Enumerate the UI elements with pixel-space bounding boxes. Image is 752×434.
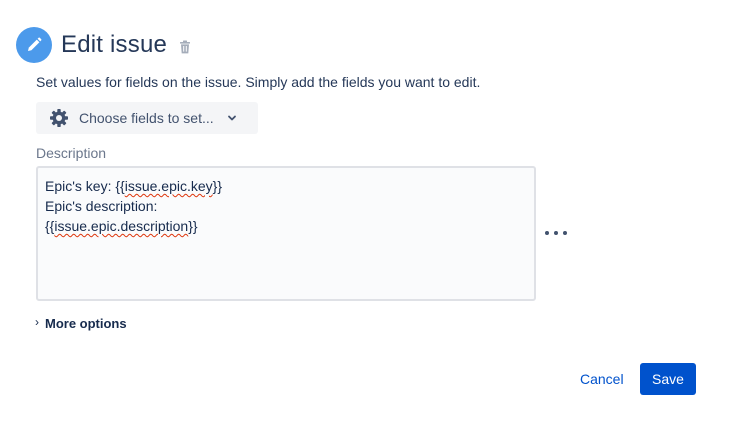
- header: Edit issue: [16, 27, 191, 63]
- choose-fields-dropdown[interactable]: Choose fields to set...: [36, 102, 258, 134]
- edit-issue-panel: Edit issue Set values for fields on the …: [0, 0, 752, 434]
- page-subtitle: Set values for fields on the issue. Simp…: [36, 74, 481, 90]
- trash-icon[interactable]: [179, 40, 191, 54]
- pencil-icon: [16, 27, 52, 63]
- more-icon[interactable]: [545, 226, 567, 240]
- gear-icon: [49, 108, 69, 128]
- chevron-down-icon: [226, 112, 238, 124]
- chevron-right-icon: ›: [35, 314, 39, 329]
- description-line-2: Epic's description:: [45, 198, 158, 214]
- description-label: Description: [36, 145, 107, 161]
- more-options-toggle[interactable]: › More options: [35, 314, 127, 332]
- more-options-label: More options: [45, 316, 127, 331]
- description-line-3: {{issue.epic.description}}: [45, 218, 198, 234]
- page-title: Edit issue: [61, 31, 168, 58]
- description-field[interactable]: Epic's key: {{issue.epic.key}} Epic's de…: [36, 166, 536, 301]
- choose-fields-label: Choose fields to set...: [79, 110, 214, 126]
- save-button[interactable]: Save: [640, 363, 696, 395]
- description-line-1: Epic's key: {{issue.epic.key}}: [45, 178, 223, 194]
- cancel-button[interactable]: Cancel: [574, 363, 630, 395]
